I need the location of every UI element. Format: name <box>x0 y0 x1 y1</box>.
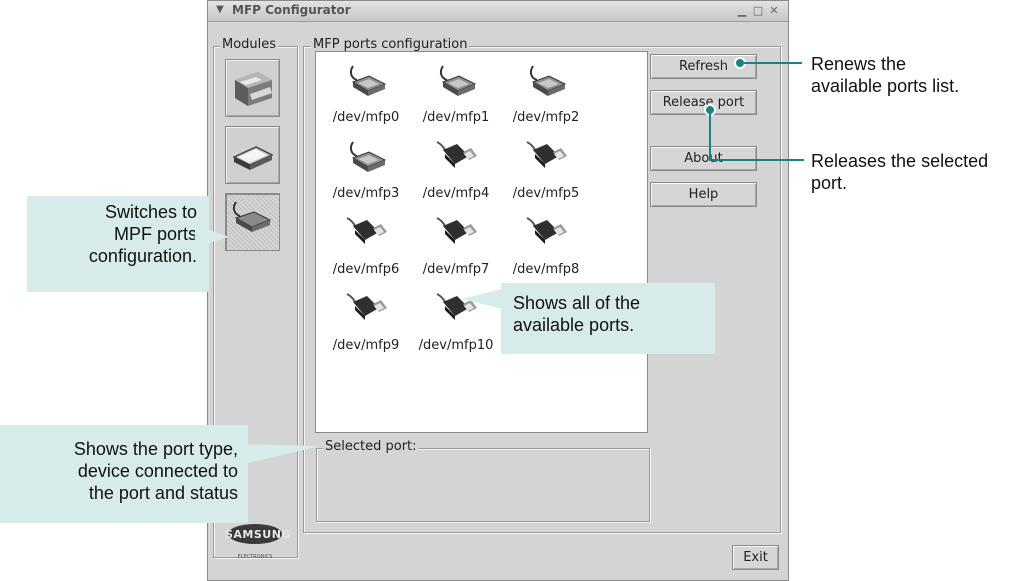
port-item[interactable]: /dev/mfp6 <box>321 212 411 282</box>
parallel-port-icon <box>349 65 387 96</box>
usb-port-icon <box>346 217 387 244</box>
parallel-port-icon <box>349 141 387 172</box>
refresh-leader-line <box>744 62 802 64</box>
port-item[interactable]: /dev/mfp7 <box>411 212 501 282</box>
selected-callout-pointer <box>244 444 320 464</box>
port-label: /dev/mfp2 <box>512 110 580 125</box>
scanner-icon <box>232 146 274 170</box>
usb-port-icon <box>436 217 477 244</box>
port-item[interactable]: /dev/mfp0 <box>321 60 411 130</box>
chevron-down-icon[interactable]: ▼ <box>214 4 226 16</box>
parallel-port-icon <box>529 65 567 96</box>
port-item[interactable]: /dev/mfp1 <box>411 60 501 130</box>
title-bar[interactable]: ▼ MFP Configurator ▁ □ ✕ <box>208 1 788 22</box>
port-label: /dev/mfp5 <box>512 186 580 201</box>
modules-callout: Switches to MPF ports configuration. <box>27 196 209 292</box>
port-label: /dev/mfp6 <box>332 262 400 277</box>
port-item[interactable]: /dev/mfp4 <box>411 136 501 206</box>
selected-port-group <box>316 448 650 522</box>
port-label: /dev/mfp9 <box>332 338 400 353</box>
port-label: /dev/mfp8 <box>512 262 580 277</box>
refresh-annotation: Renews the available ports list. <box>811 54 960 96</box>
port-label: /dev/mfp4 <box>422 186 490 201</box>
ports-config-label: MFP ports configuration <box>311 37 470 52</box>
printer-module-button[interactable] <box>225 59 280 117</box>
port-item[interactable]: /dev/mfp5 <box>501 136 591 206</box>
port-list[interactable]: /dev/mfp0/dev/mfp1/dev/mfp2/dev/mfp3/dev… <box>315 51 648 433</box>
port-label: /dev/mfp3 <box>332 186 400 201</box>
window-title: MFP Configurator <box>232 3 351 17</box>
port-label: /dev/mfp7 <box>422 262 490 277</box>
port-item[interactable]: /dev/mfp2 <box>501 60 591 130</box>
usb-port-icon <box>436 141 477 168</box>
port-item[interactable]: /dev/mfp9 <box>321 288 411 358</box>
release-annotation: Releases the selected port. <box>811 151 989 193</box>
usb-port-icon <box>526 141 567 168</box>
ports-callout-pointer <box>462 289 502 309</box>
minimize-icon[interactable]: ▁ <box>735 4 749 17</box>
release-leader-line <box>709 114 804 161</box>
port-item[interactable]: /dev/mfp3 <box>321 136 411 206</box>
port-item[interactable]: /dev/mfp8 <box>501 212 591 282</box>
modules-label: Modules <box>220 37 279 52</box>
printer-icon <box>235 72 272 106</box>
scanner-module-button[interactable] <box>225 126 280 184</box>
selected-port-callout: Shows the port type, device connected to t… <box>0 425 248 523</box>
help-button[interactable]: Help <box>650 182 757 207</box>
port-label: /dev/mfp1 <box>422 110 490 125</box>
usb-port-icon <box>346 293 387 320</box>
modules-callout-pointer <box>195 225 229 247</box>
exit-button[interactable]: Exit <box>732 545 779 570</box>
port-label: /dev/mfp0 <box>332 110 400 125</box>
selected-port-label: Selected port: <box>323 439 419 454</box>
close-icon[interactable]: ✕ <box>767 4 781 17</box>
port-label: /dev/mfp10 <box>418 338 494 353</box>
ports-callout: Shows all of the available ports. <box>501 283 715 354</box>
samsung-logo: SAMSUNG ELECTRONICS <box>225 522 290 566</box>
usb-port-icon <box>526 217 567 244</box>
parallel-port-icon <box>439 65 477 96</box>
maximize-icon[interactable]: □ <box>751 4 765 17</box>
